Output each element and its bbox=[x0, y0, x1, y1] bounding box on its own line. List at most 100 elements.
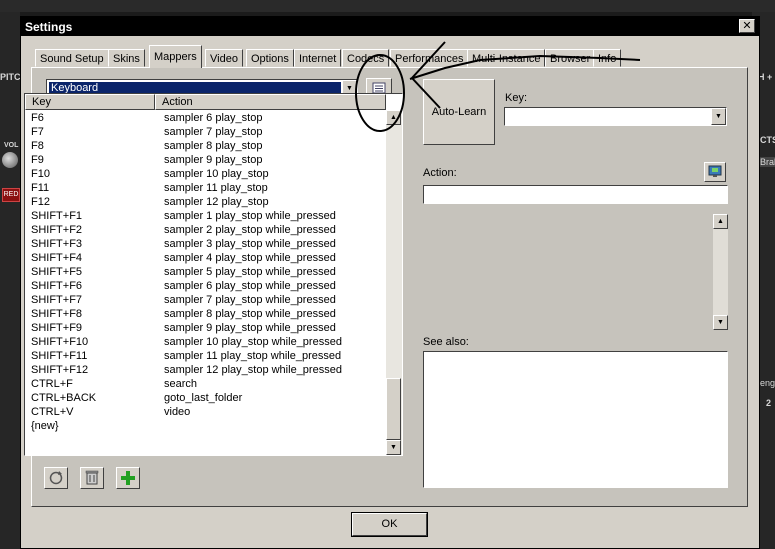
row-key: F6 bbox=[31, 112, 44, 124]
table-row[interactable]: SHIFT+F12 sampler 12 play_stop while_pres… bbox=[25, 363, 385, 377]
row-key: F9 bbox=[31, 154, 44, 166]
table-row[interactable]: SHIFT+F1 sampler 1 play_stop while_presse… bbox=[25, 209, 385, 223]
add-button[interactable] bbox=[116, 467, 140, 489]
tab-internet[interactable]: Internet bbox=[294, 49, 342, 67]
action-field[interactable] bbox=[423, 185, 728, 204]
row-key: CTRL+F bbox=[31, 378, 73, 390]
row-action: sampler 7 play_stop bbox=[164, 126, 263, 138]
table-row[interactable]: F11 sampler 11 play_stop bbox=[25, 181, 385, 195]
row-key: CTRL+BACK bbox=[31, 392, 97, 404]
row-key: F12 bbox=[31, 196, 50, 208]
table-row[interactable]: CTRL+F search bbox=[25, 377, 385, 391]
table-row[interactable]: SHIFT+F3 sampler 3 play_stop while_presse… bbox=[25, 237, 385, 251]
tab-options[interactable]: Options bbox=[246, 49, 294, 67]
row-key: {new} bbox=[31, 420, 59, 432]
table-row[interactable]: SHIFT+F5 sampler 5 play_stop while_presse… bbox=[25, 265, 385, 279]
row-key: CTRL+V bbox=[31, 406, 74, 418]
row-key: SHIFT+F6 bbox=[31, 280, 83, 292]
monitor-icon bbox=[708, 165, 722, 177]
table-row[interactable]: F8 sampler 8 play_stop bbox=[25, 139, 385, 153]
row-key: SHIFT+F5 bbox=[31, 266, 83, 278]
titlebar: Settings ✕ bbox=[21, 17, 759, 36]
tab-video[interactable]: Video bbox=[205, 49, 243, 67]
row-key: SHIFT+F11 bbox=[31, 350, 88, 362]
column-header-action[interactable]: Action bbox=[155, 94, 386, 110]
tab-sound-setup[interactable]: Sound Setup bbox=[35, 49, 109, 67]
key-label: Key: bbox=[505, 92, 528, 104]
row-key: SHIFT+F12 bbox=[31, 364, 89, 376]
bg-label-right-1: H + bbox=[758, 72, 773, 82]
action-description-scrollbar[interactable]: ▲ ▼ bbox=[713, 214, 728, 330]
background-app-strip bbox=[0, 0, 775, 12]
table-row[interactable]: SHIFT+F6 sampler 6 play_stop while_presse… bbox=[25, 279, 385, 293]
row-action: sampler 7 play_stop while_pressed bbox=[164, 294, 336, 306]
table-row[interactable]: F10 sampler 10 play_stop bbox=[25, 167, 385, 181]
row-action: sampler 11 play_stop while_pressed bbox=[164, 350, 342, 362]
scroll-up-icon[interactable]: ▲ bbox=[386, 110, 401, 125]
list-scrollbar[interactable]: ▲ ▼ bbox=[386, 110, 402, 455]
row-action: sampler 11 play_stop bbox=[164, 182, 268, 194]
table-row[interactable]: F12 sampler 12 play_stop bbox=[25, 195, 385, 209]
reload-button[interactable] bbox=[44, 467, 68, 489]
row-key: SHIFT+F2 bbox=[31, 224, 83, 236]
column-header-key[interactable]: Key bbox=[25, 94, 155, 110]
action-help-button[interactable] bbox=[704, 162, 726, 182]
chevron-down-icon[interactable]: ▼ bbox=[711, 108, 726, 125]
row-key: SHIFT+F3 bbox=[31, 238, 83, 250]
delete-button[interactable] bbox=[80, 467, 104, 489]
table-row[interactable]: SHIFT+F10 sampler 10 play_stop while_pres… bbox=[25, 335, 385, 349]
scroll-thumb[interactable] bbox=[386, 378, 401, 440]
table-row[interactable]: {new} bbox=[25, 419, 385, 433]
tab-browser[interactable]: Browser bbox=[545, 49, 596, 67]
table-row[interactable]: F7 sampler 7 play_stop bbox=[25, 125, 385, 139]
see-also-box[interactable] bbox=[423, 351, 728, 488]
row-key: F11 bbox=[31, 182, 50, 194]
close-button[interactable]: ✕ bbox=[739, 19, 755, 33]
action-label: Action: bbox=[423, 167, 457, 179]
table-row[interactable]: CTRL+V video bbox=[25, 405, 385, 419]
mapping-list[interactable]: Key Action F6 sampler 6 play_stop F7 sample… bbox=[24, 93, 403, 456]
row-action: sampler 6 play_stop bbox=[164, 112, 263, 124]
row-action: sampler 9 play_stop bbox=[164, 154, 263, 166]
row-action: sampler 12 play_stop while_pressed bbox=[164, 364, 342, 376]
table-row[interactable]: SHIFT+F7 sampler 7 play_stop while_presse… bbox=[25, 293, 385, 307]
bg-label-right-3: Brak bbox=[758, 157, 775, 167]
table-row[interactable]: SHIFT+F11 sampler 11 play_stop while_pres… bbox=[25, 349, 385, 363]
scroll-down-icon[interactable]: ▼ bbox=[713, 315, 728, 330]
bg-label-vol: VOL bbox=[4, 142, 19, 149]
key-select[interactable]: ▼ bbox=[504, 107, 727, 126]
row-action: goto_last_folder bbox=[164, 392, 243, 404]
row-action: sampler 9 play_stop while_pressed bbox=[164, 322, 336, 334]
bg-knob bbox=[2, 152, 18, 168]
table-row[interactable]: SHIFT+F4 sampler 4 play_stop while_presse… bbox=[25, 251, 385, 265]
tab-mappers[interactable]: Mappers bbox=[149, 45, 202, 68]
row-action: sampler 6 play_stop while_pressed bbox=[164, 280, 336, 292]
row-key: SHIFT+F4 bbox=[31, 252, 83, 264]
tab-codecs[interactable]: Codecs bbox=[342, 49, 390, 67]
table-row[interactable]: SHIFT+F9 sampler 9 play_stop while_presse… bbox=[25, 321, 385, 335]
scroll-down-icon[interactable]: ▼ bbox=[386, 440, 401, 455]
bg-label-pitch: PITC bbox=[0, 72, 21, 82]
row-key: SHIFT+F10 bbox=[31, 336, 89, 348]
tab-multi-instance[interactable]: Multi-Instance bbox=[467, 49, 546, 67]
close-icon: ✕ bbox=[742, 20, 752, 32]
table-row[interactable]: F6 sampler 6 play_stop bbox=[25, 111, 385, 125]
scroll-up-icon[interactable]: ▲ bbox=[713, 214, 728, 229]
table-row[interactable]: F9 sampler 9 play_stop bbox=[25, 153, 385, 167]
tab-skins[interactable]: Skins bbox=[108, 49, 145, 67]
table-row[interactable]: SHIFT+F2 sampler 2 play_stop while_presse… bbox=[25, 223, 385, 237]
key-select-value bbox=[507, 110, 511, 123]
plus-icon bbox=[121, 471, 135, 485]
table-row[interactable]: CTRL+BACK goto_last_folder bbox=[25, 391, 385, 405]
row-action: sampler 8 play_stop while_pressed bbox=[164, 308, 336, 320]
row-key: F7 bbox=[31, 126, 44, 138]
background-app-left bbox=[0, 12, 20, 549]
table-row[interactable]: SHIFT+F8 sampler 8 play_stop while_presse… bbox=[25, 307, 385, 321]
row-action: video bbox=[164, 406, 191, 418]
trash-icon bbox=[85, 470, 99, 485]
auto-learn-button[interactable]: Auto-Learn bbox=[423, 79, 495, 145]
tab-info[interactable]: Info bbox=[593, 49, 622, 67]
window-title: Settings bbox=[25, 20, 73, 34]
ok-button[interactable]: OK bbox=[351, 512, 428, 537]
tab-performances[interactable]: Performances bbox=[390, 49, 469, 67]
